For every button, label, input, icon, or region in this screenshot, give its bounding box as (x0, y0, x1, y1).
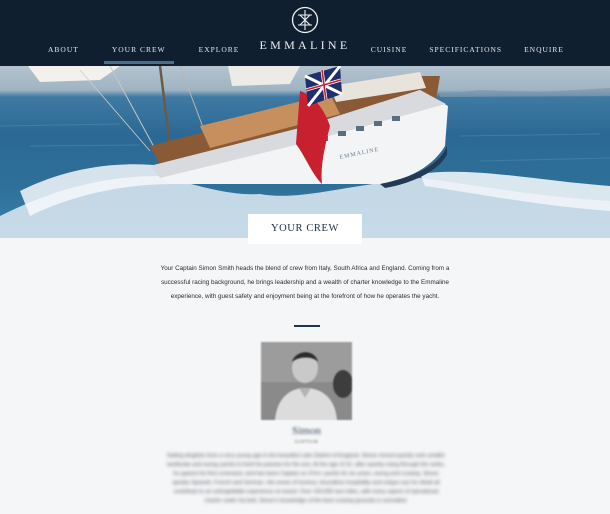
nav-item-your-crew[interactable]: YOUR CREW (103, 45, 174, 65)
crew-member-name: Simon (292, 425, 321, 437)
crew-intro-text: Your Captain Simon Smith heads the blend… (160, 265, 450, 300)
nav-item-explore[interactable]: EXPLORE (199, 45, 240, 65)
brand-logo-link[interactable]: EMMALINE (258, 6, 352, 53)
captain-portrait (261, 342, 352, 420)
section-title: YOUR CREW (270, 223, 340, 234)
hero-yacht-image: EMMALINE (0, 66, 610, 238)
section-divider (294, 325, 320, 327)
crew-member-role: CAPTAIN (294, 439, 319, 444)
nav-item-enquire[interactable]: ENQUIRE (524, 45, 564, 65)
site-header: ABOUT YOUR CREW EXPLORE EMMALINE CUISINE… (0, 0, 610, 66)
section-title-tab: YOUR CREW (248, 214, 362, 244)
emmaline-monogram-icon (291, 6, 319, 34)
nav-item-specifications[interactable]: SPECIFICATIONS (429, 45, 502, 65)
crew-member-bio: Sailing dinghies from a very young age i… (166, 453, 446, 504)
portrait-image (261, 342, 352, 420)
nav-item-cuisine[interactable]: CUISINE (371, 45, 408, 65)
primary-nav-right: CUISINE SPECIFICATIONS ENQUIRE (349, 45, 564, 65)
yacht-illustration: EMMALINE (0, 66, 610, 238)
brand-name: EMMALINE (259, 38, 351, 52)
primary-nav-left: ABOUT YOUR CREW EXPLORE (48, 45, 272, 65)
nav-item-about[interactable]: ABOUT (48, 45, 79, 65)
